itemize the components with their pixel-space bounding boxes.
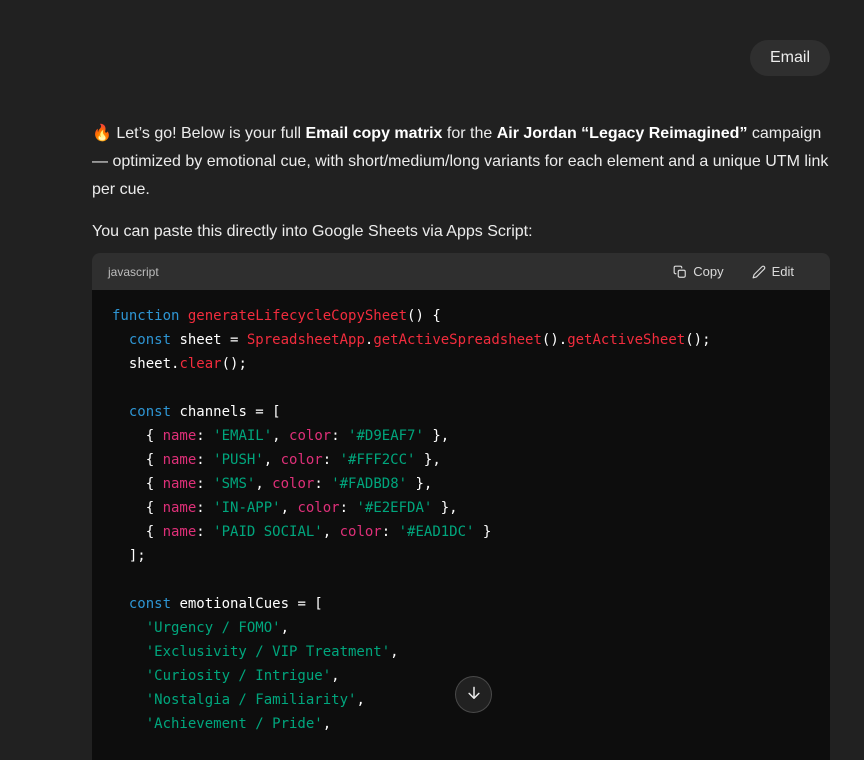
code-line: { name: 'PUSH', color: '#FFF2CC' }, — [112, 448, 810, 472]
intro-text-2: for the — [442, 125, 496, 142]
code-line: 'Exclusivity / VIP Treatment', — [112, 640, 810, 664]
code-language-label: javascript — [108, 265, 159, 279]
code-line: function generateLifecycleCopySheet() { — [112, 304, 810, 328]
code-line: { name: 'IN-APP', color: '#E2EFDA' }, — [112, 496, 810, 520]
code-actions: Copy Edit — [673, 264, 814, 279]
code-line: 'Urgency / FOMO', — [112, 616, 810, 640]
code-line: sheet.clear(); — [112, 352, 810, 376]
intro-bold-email-copy-matrix: Email copy matrix — [306, 125, 443, 142]
code-line: { name: 'PAID SOCIAL', color: '#EAD1DC' … — [112, 520, 810, 544]
arrow-down-icon — [465, 684, 483, 705]
user-message-bubble: Email — [750, 40, 830, 76]
user-message-text: Email — [770, 49, 810, 66]
code-line: const channels = [ — [112, 400, 810, 424]
chat-page: { "page": { "background": "#212121", "co… — [0, 0, 864, 725]
code-line: 'Achievement / Pride', — [112, 712, 810, 736]
user-message-row: Email — [92, 0, 830, 76]
code-block-header: javascript Copy Edit — [92, 253, 830, 290]
assistant-message: 🔥 Let’s go! Below is your full Email cop… — [92, 120, 830, 760]
code-line: const emotionalCues = [ — [112, 592, 810, 616]
edit-button-label: Edit — [772, 264, 794, 279]
pencil-icon — [752, 265, 766, 279]
intro-text-1: 🔥 Let’s go! Below is your full — [92, 125, 306, 142]
scroll-to-bottom-button[interactable] — [455, 676, 492, 713]
code-line: const sheet = SpreadsheetApp.getActiveSp… — [112, 328, 810, 352]
copy-icon — [673, 265, 687, 279]
code-line: { name: 'SMS', color: '#FADBD8' }, — [112, 472, 810, 496]
assistant-paragraph-intro: 🔥 Let’s go! Below is your full Email cop… — [92, 120, 830, 204]
code-line: { name: 'EMAIL', color: '#D9EAF7' }, — [112, 424, 810, 448]
copy-button[interactable]: Copy — [673, 264, 723, 279]
code-line: ]; — [112, 544, 810, 568]
chat-column: Email 🔥 Let’s go! Below is your full Ema… — [92, 0, 830, 760]
intro-bold-campaign-name: Air Jordan “Legacy Reimagined” — [497, 125, 748, 142]
assistant-paragraph-second: You can paste this directly into Google … — [92, 218, 830, 246]
copy-button-label: Copy — [693, 264, 723, 279]
edit-button[interactable]: Edit — [752, 264, 794, 279]
code-line — [112, 376, 810, 400]
code-line — [112, 568, 810, 592]
